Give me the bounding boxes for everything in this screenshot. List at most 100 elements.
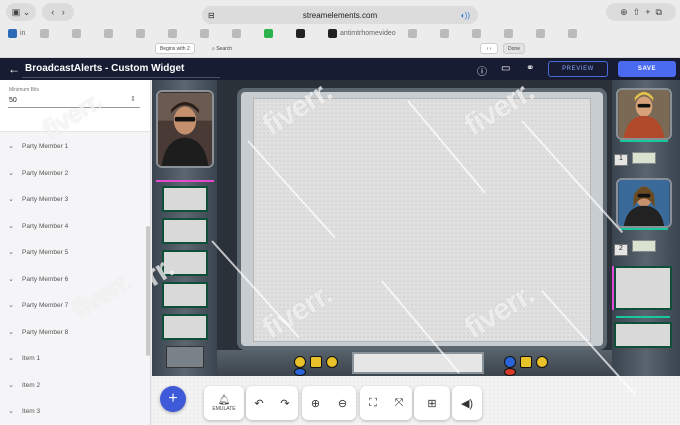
bookmark-item[interactable] xyxy=(200,27,232,39)
party-slot xyxy=(614,266,672,310)
party-slot xyxy=(162,282,208,308)
nav-buttons[interactable]: ‹ › xyxy=(42,3,74,21)
find-done-button[interactable]: Done xyxy=(503,43,525,54)
bookmark-icon xyxy=(328,28,337,38)
redo-icon[interactable]: ↷ xyxy=(275,397,295,410)
sidebar-item-party-member-2[interactable]: ⌄ Party Member 2 xyxy=(0,164,150,182)
bookmark-item[interactable] xyxy=(472,27,504,39)
chevron-down-icon: ⌄ xyxy=(8,170,14,177)
sidebar-icon: ▣ ⌄ xyxy=(11,6,31,17)
bookmark-icon xyxy=(408,28,417,38)
zoom-in-icon[interactable]: ⊕ xyxy=(306,397,326,410)
bookmark-item[interactable] xyxy=(40,27,72,39)
share-icon[interactable]: ⇧ xyxy=(633,7,641,18)
sidebar-item-item-1[interactable]: ⌄ Item 1 xyxy=(0,349,150,367)
back-arrow-icon[interactable]: ← xyxy=(8,62,20,76)
bookmark-icon xyxy=(504,28,513,38)
new-tab-icon[interactable]: + xyxy=(645,7,650,17)
sidebar-item-party-member-5[interactable]: ⌄ Party Member 5 xyxy=(0,243,150,261)
find-bar: Begins with 2 ⌕ Search ‹ › Done xyxy=(0,43,680,56)
page-settings-icon[interactable]: ⊟ xyxy=(208,11,215,20)
grid-icon[interactable]: ⊞ xyxy=(422,397,442,410)
sidebar-item-party-member-8[interactable]: ⌄ Party Member 8 xyxy=(0,323,150,341)
indicator-light xyxy=(504,368,516,376)
find-prev-next[interactable]: ‹ › xyxy=(480,43,498,54)
tabs-overview-icon[interactable]: ⧉ xyxy=(655,7,661,18)
sidebar-item-party-member-3[interactable]: ⌄ Party Member 3 xyxy=(0,190,150,208)
sidebar-item-item-3[interactable]: ⌄ Item 3 xyxy=(0,402,150,420)
minimum-bits-input[interactable]: 50 xyxy=(9,97,17,104)
volume-icon[interactable]: ◀) xyxy=(457,397,477,410)
bookmark-item[interactable] xyxy=(72,27,104,39)
exit-fullscreen-icon[interactable]: ⤧ xyxy=(389,397,409,410)
party-stats xyxy=(632,152,656,164)
browser-actions[interactable]: ⊕ ⇧ + ⧉ xyxy=(606,3,676,21)
forward-arrow-icon[interactable]: › xyxy=(62,7,65,17)
monitor-icon[interactable]: ▭ xyxy=(501,63,510,74)
bookmark-icon xyxy=(472,28,481,38)
reader-icon[interactable]: ◖)) xyxy=(460,11,470,20)
party-number-badge: 1 xyxy=(614,154,628,166)
sidebar-toggle-button[interactable]: ▣ ⌄ xyxy=(6,3,36,21)
bookmark-icon xyxy=(168,28,177,38)
emulate-toolbar: 🔔︎ EMULATE xyxy=(204,386,244,420)
page-title: BroadcastAlerts - Custom Widget xyxy=(25,63,185,74)
bookmark-icon xyxy=(264,28,273,38)
bookmark-item[interactable] xyxy=(136,27,168,39)
party-slot xyxy=(614,322,672,348)
bookmark-item[interactable] xyxy=(168,27,200,39)
linkedin-icon xyxy=(8,28,17,38)
find-input[interactable]: ⌕ Search xyxy=(207,43,477,54)
bookmark-item[interactable] xyxy=(264,27,296,39)
minimum-bits-field[interactable]: Minimum Bits 50 ⇕ xyxy=(0,80,150,132)
chevron-down-icon: ⌄ xyxy=(8,143,14,150)
bookmark-item[interactable] xyxy=(504,27,536,39)
sidebar-item-party-member-6[interactable]: ⌄ Party Member 6 xyxy=(0,270,150,288)
emulate-button[interactable]: 🔔︎ EMULATE xyxy=(212,395,235,412)
title-underline xyxy=(22,77,220,78)
bookmark-item[interactable]: antimtrhomevideo xyxy=(328,27,408,39)
back-arrow-icon[interactable]: ‹ xyxy=(51,7,54,17)
party-number-badge: 2 xyxy=(614,244,628,256)
chevron-down-icon: ⌄ xyxy=(8,408,14,415)
sidebar-item-party-member-7[interactable]: ⌄ Party Member 7 xyxy=(0,296,150,314)
save-button[interactable]: SAVE xyxy=(618,61,676,77)
bookmark-item[interactable] xyxy=(232,27,264,39)
add-widget-button[interactable]: + xyxy=(160,386,186,412)
chevron-down-icon: ⌄ xyxy=(8,223,14,230)
bookmark-icon xyxy=(568,28,577,38)
main-screen xyxy=(253,98,591,342)
stepper-icon[interactable]: ⇕ xyxy=(130,95,136,103)
sidebar-item-party-member-4[interactable]: ⌄ Party Member 4 xyxy=(0,217,150,235)
status-strip xyxy=(352,352,484,374)
chevron-left-icon[interactable]: ‹ xyxy=(487,46,489,52)
sidebar-item-party-member-1[interactable]: ⌄ Party Member 1 xyxy=(0,137,150,155)
bookmark-item[interactable] xyxy=(536,27,568,39)
bookmark-linkedin[interactable]: in xyxy=(8,27,40,39)
main-screen-frame xyxy=(237,88,607,350)
chevron-down-icon: ⌄ xyxy=(8,302,14,309)
address-bar[interactable]: ⊟ streamelements.com ◖)) xyxy=(202,6,478,24)
preview-button[interactable]: PREVIEW xyxy=(548,61,608,77)
find-mode-select[interactable]: Begins with 2 xyxy=(155,43,195,54)
help-icon[interactable]: ⓘ xyxy=(477,63,487,78)
widget-canvas[interactable]: 1 2 fiverr. fiverr. fiverr. fiverr. five… xyxy=(152,80,680,425)
bookmark-item[interactable] xyxy=(408,27,440,39)
fullscreen-icon[interactable]: ⛶ xyxy=(363,397,383,410)
bookmark-item[interactable] xyxy=(440,27,472,39)
sidebar-item-item-2[interactable]: ⌄ Item 2 xyxy=(0,376,150,394)
bookmark-item[interactable] xyxy=(104,27,136,39)
download-icon[interactable]: ⊕ xyxy=(620,7,628,18)
link-icon[interactable]: ⚭ xyxy=(526,63,534,74)
chevron-right-icon[interactable]: › xyxy=(490,46,492,52)
bookmark-item[interactable] xyxy=(296,27,328,39)
zoom-out-icon[interactable]: ⊖ xyxy=(333,397,353,410)
bookmark-icon xyxy=(136,28,145,38)
undo-icon[interactable]: ↶ xyxy=(249,397,269,410)
chevron-down-icon: ⌄ xyxy=(8,329,14,336)
bookmark-icon xyxy=(104,28,113,38)
app-header: ← BroadcastAlerts - Custom Widget ⓘ ▭ ⚭ … xyxy=(0,58,680,80)
view-toolbar: ⛶ ⤧ xyxy=(360,386,412,420)
sidebar-scrollbar[interactable] xyxy=(146,226,150,356)
bookmark-item[interactable] xyxy=(568,27,600,39)
